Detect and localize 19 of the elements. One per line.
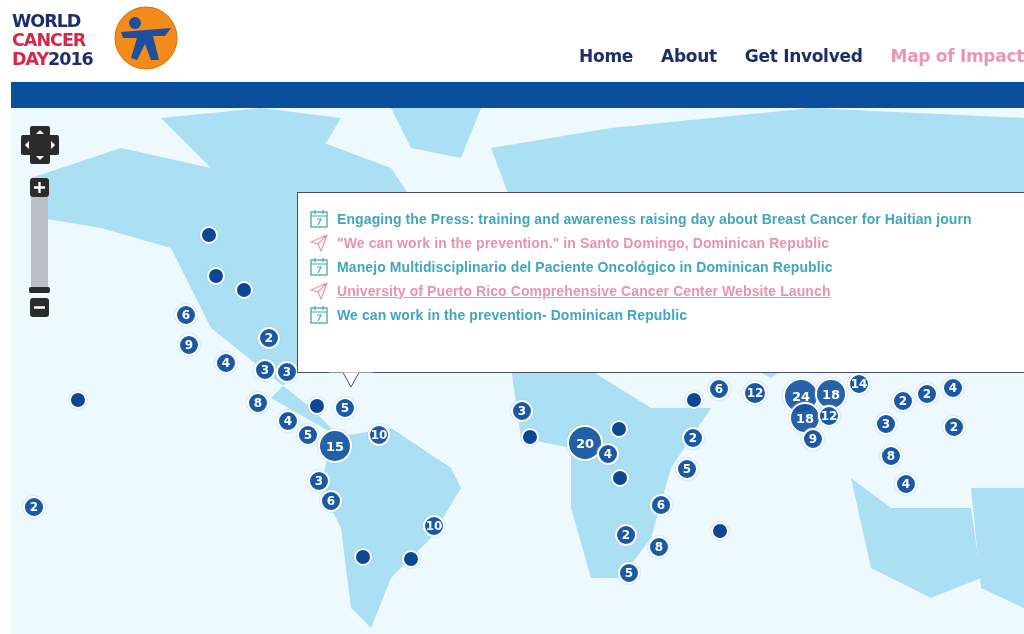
nav-link[interactable]: Get Involved: [716, 46, 863, 66]
paper-plane-icon: [310, 233, 328, 252]
nav-link[interactable]: About: [633, 46, 717, 66]
zoom-slider[interactable]: [31, 197, 48, 293]
logo-text: WORLD: [12, 12, 82, 31]
logo-text: 2016: [48, 50, 93, 69]
cluster-marker[interactable]: 12: [818, 405, 840, 427]
emblem-icon: [112, 6, 179, 70]
logo-text: DAY: [12, 50, 49, 69]
zoom-handle[interactable]: [29, 287, 50, 293]
paper-plane-icon: [310, 281, 328, 300]
pan-control[interactable]: [19, 124, 61, 166]
nav-link[interactable]: Home: [551, 46, 634, 66]
calendar-icon: [310, 305, 328, 324]
calendar-icon: [310, 209, 328, 228]
logo-text: CANCER: [12, 31, 87, 50]
zoom-in-button[interactable]: [30, 178, 49, 197]
calendar-icon: [310, 257, 328, 276]
zoom-out-button[interactable]: [30, 298, 49, 317]
